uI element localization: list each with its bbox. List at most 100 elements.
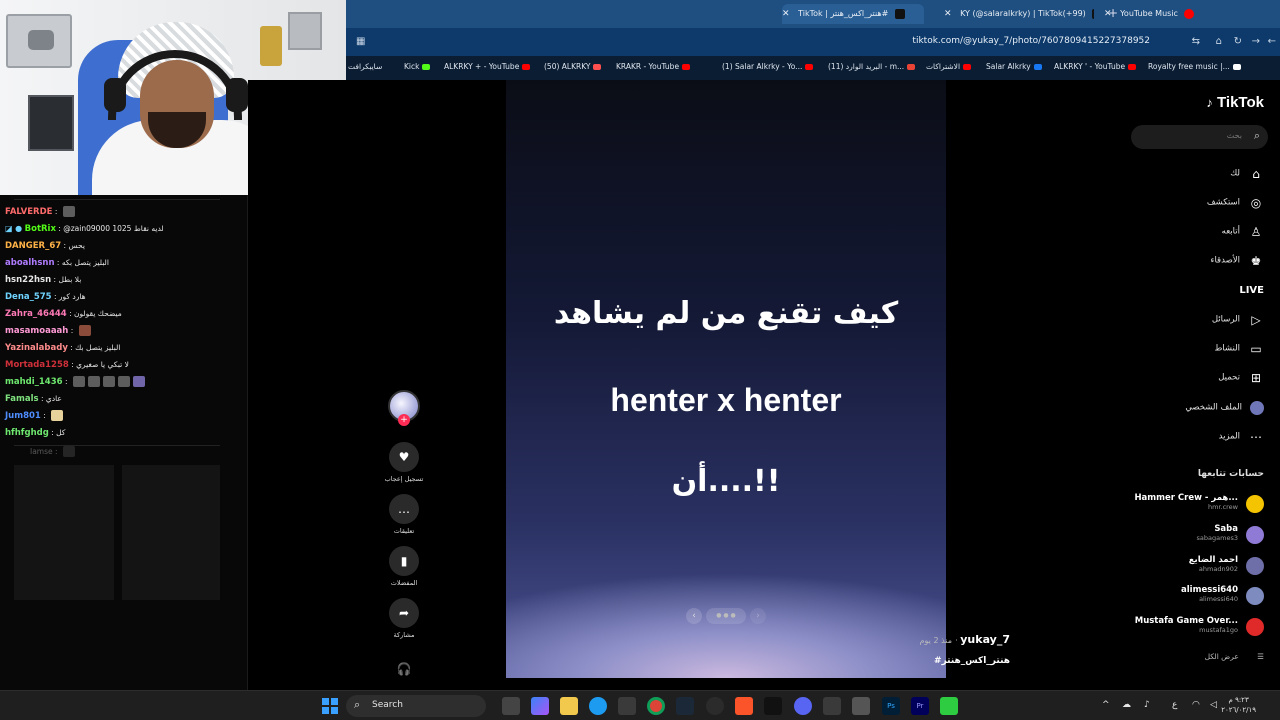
brave-icon[interactable]	[735, 697, 753, 715]
browser-tab-strip: + ✕ TikTok | هنتر_اكس_هنتر# ✕ KY (@salar…	[346, 0, 1280, 28]
following-account[interactable]: Saba sabagames3	[1114, 524, 1264, 550]
like-button[interactable]: ♥ تسجيل إعجاب	[384, 442, 424, 483]
next-slide-button[interactable]: ›	[750, 608, 766, 624]
bookmark[interactable]: سايبكرافت	[348, 62, 382, 71]
bookmark[interactable]: (11) البريد الوارد - m...	[828, 62, 916, 71]
nav-activity[interactable]: النشاط ▭	[1124, 338, 1264, 356]
bookmark[interactable]: Salar Alkrky	[986, 62, 1042, 71]
home-icon[interactable]: ⌂	[1216, 36, 1222, 47]
nav-profile[interactable]: الملف الشخصي	[1124, 397, 1264, 415]
bookmark-icon[interactable]: ▮	[389, 546, 419, 576]
post-author[interactable]: منذ 2 يوم · yukay_7	[920, 633, 1010, 646]
chat-message: Mortada1258 : لا تبكي يا صغيري	[5, 360, 129, 370]
avatar[interactable]	[1246, 618, 1264, 636]
volume-icon[interactable]: ◁	[1210, 700, 1217, 710]
file-explorer-icon[interactable]	[560, 697, 578, 715]
app-icon[interactable]	[940, 697, 958, 715]
author-name[interactable]: yukay_7	[960, 633, 1010, 646]
language-indicator[interactable]: ع	[1172, 700, 1177, 710]
extensions-icon[interactable]: ▦	[356, 36, 365, 47]
bookmark[interactable]: (50) ALKRKY	[544, 62, 602, 71]
bookmark[interactable]: ALKRKY + - YouTube	[444, 62, 531, 71]
comment-button[interactable]: … تعليقات	[384, 494, 424, 535]
nav-friends[interactable]: الأصدقاء ♚	[1124, 250, 1264, 268]
chat-message: masamoaaah :	[5, 324, 91, 338]
chrome-icon[interactable]	[647, 697, 665, 715]
photoshop-icon[interactable]: Ps	[882, 697, 900, 715]
post-caption[interactable]: #هنتر_اكس_هنتر	[934, 656, 1010, 666]
app-icon[interactable]	[852, 697, 870, 715]
following-account[interactable]: Mustafa Game Over... mustafa1go	[1114, 616, 1264, 642]
previous-slide-button[interactable]: ‹	[686, 608, 702, 624]
avatar[interactable]	[1246, 526, 1264, 544]
favorite-button[interactable]: ▮ المفضلات	[384, 546, 424, 587]
wifi-icon[interactable]: ◠	[1192, 700, 1200, 710]
address-bar[interactable]: tiktok.com/@yukay_7/photo/76078094152273…	[912, 36, 1150, 46]
search-input[interactable]: بحث ⌕	[1131, 125, 1268, 149]
windows-start-icon[interactable]	[322, 698, 338, 714]
bookmark[interactable]: KRAKR - YouTube	[616, 62, 691, 71]
avatar[interactable]	[1246, 495, 1264, 513]
task-view-icon[interactable]	[502, 697, 520, 715]
edge-icon[interactable]	[589, 697, 607, 715]
tiktok-icon	[1092, 8, 1094, 19]
taskbar-search[interactable]: ⌕ Search	[346, 695, 486, 717]
bookmark[interactable]: Kick	[404, 62, 431, 71]
share-icon[interactable]: ➦	[389, 598, 419, 628]
store-icon[interactable]	[618, 697, 636, 715]
obs-icon[interactable]	[706, 697, 724, 715]
following-account[interactable]: Hammer Crew - همر... hmr.crew	[1114, 493, 1264, 519]
nav-following[interactable]: أتابعه ♙	[1124, 221, 1264, 239]
steam-icon[interactable]	[676, 697, 694, 715]
nav-explore[interactable]: استكشف ◎	[1124, 192, 1264, 210]
tab-tiktok[interactable]: ✕ TikTok | هنتر_اكس_هنتر#	[782, 4, 924, 24]
cloud-icon[interactable]: ☁	[1122, 700, 1131, 710]
chat-message: FALVERDE :	[5, 205, 75, 219]
bookmark[interactable]: ALKRKY ' - YouTube	[1054, 62, 1137, 71]
nav-for-you[interactable]: لك ⌂	[1124, 163, 1264, 181]
nav-more[interactable]: المزيد ⋯	[1124, 426, 1264, 444]
bookmark[interactable]: (1) Salar Alkrky - Yo...	[722, 62, 814, 71]
discord-icon[interactable]	[794, 697, 812, 715]
bookmark[interactable]: Royalty free music |...	[1148, 62, 1241, 71]
close-icon[interactable]: ✕	[944, 4, 952, 24]
headphone-ear	[226, 78, 248, 112]
back-icon[interactable]: ←	[1268, 36, 1276, 47]
close-icon[interactable]: ✕	[782, 4, 790, 24]
chat-message: Jum801 :	[5, 409, 64, 423]
nav-messages[interactable]: الرسائل ▷	[1124, 309, 1264, 327]
avatar[interactable]	[1246, 587, 1264, 605]
tiktok-logo[interactable]: ♪ TikTok	[1206, 94, 1264, 111]
tune-icon[interactable]: ⇆	[1192, 36, 1200, 47]
tab-youtube-music[interactable]: ✕ YouTube Music	[1104, 4, 1264, 24]
comment-icon[interactable]: …	[389, 494, 419, 524]
slide-text-line3: أن....!!	[671, 464, 781, 499]
share-button[interactable]: ➦ مشاركة	[384, 598, 424, 639]
nav-upload[interactable]: تحميل ⊞	[1124, 367, 1264, 385]
tab-tiktok-profile[interactable]: ✕ KY (@salaralkrky) | TikTok(+99)	[944, 4, 1094, 24]
author-avatar[interactable]: +	[384, 390, 424, 426]
copilot-icon[interactable]	[531, 697, 549, 715]
forward-icon[interactable]: →	[1252, 36, 1260, 47]
following-account[interactable]: alimessi640 alimessi640	[1114, 585, 1264, 611]
see-all-link[interactable]: عرض الكل ☰	[1205, 652, 1264, 661]
nav-live[interactable]: LIVE	[1124, 280, 1264, 298]
search-icon[interactable]: ⌕	[1254, 129, 1260, 143]
tray-overflow-icon[interactable]: ^	[1102, 700, 1110, 710]
follow-button[interactable]: +	[398, 414, 410, 426]
bookmark[interactable]: الاشتراكات	[926, 62, 972, 71]
heart-icon[interactable]: ♥	[389, 442, 419, 472]
reload-icon[interactable]: ↻	[1234, 36, 1242, 47]
settings-icon[interactable]	[823, 697, 841, 715]
following-account[interactable]: احمد الضايع ahmadn902	[1114, 555, 1264, 581]
avatar[interactable]	[1246, 557, 1264, 575]
close-icon[interactable]: ✕	[1104, 4, 1112, 24]
microphone-icon[interactable]: ♪	[1144, 700, 1150, 710]
list-icon: ☰	[1257, 652, 1264, 661]
sound-button[interactable]: 🎧	[384, 654, 424, 684]
system-clock[interactable]: ٩:٢٣ م ٢٠٢٦/٠٢/١٩	[1221, 695, 1256, 715]
photo-slide[interactable]: كيف تقنع من لم يشاهد henter x henter أن.…	[506, 80, 946, 678]
capcut-icon[interactable]	[764, 697, 782, 715]
premiere-icon[interactable]: Pr	[911, 697, 929, 715]
headphones-icon[interactable]: 🎧	[389, 654, 419, 684]
